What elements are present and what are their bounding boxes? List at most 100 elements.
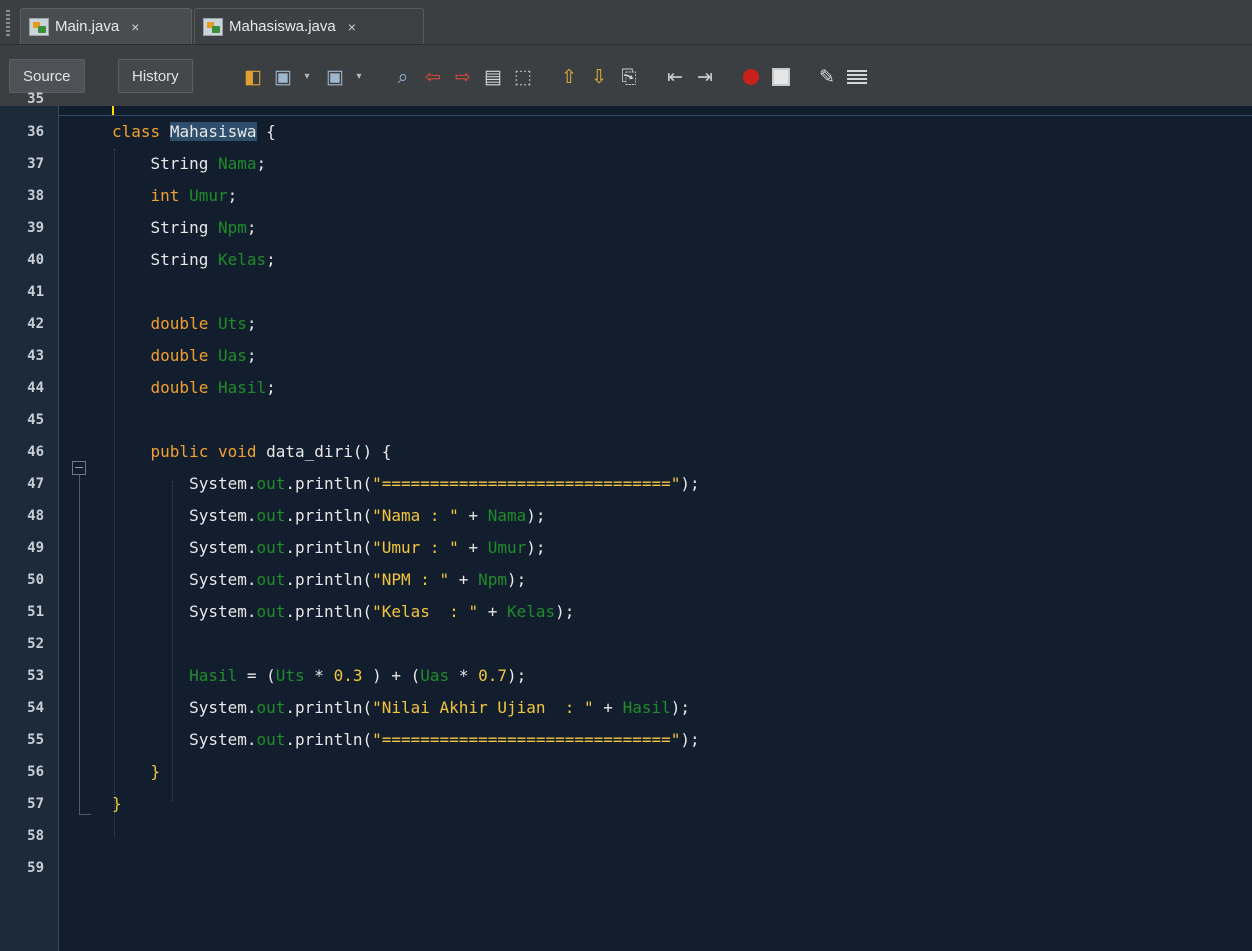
field-token: Uas (420, 666, 450, 685)
keyword: class (112, 122, 161, 141)
code-token: System. (189, 538, 257, 557)
field-token: Npm (217, 218, 247, 237)
field-token: Kelas (506, 602, 556, 621)
code-line[interactable]: System.out.println("Umur : " + Umur); (0, 531, 1252, 563)
code-token: System. (189, 602, 257, 621)
field-token: out (256, 602, 286, 621)
code-token: System. (189, 474, 257, 493)
editor-tab-bar: Main.java × Mahasiswa.java × (0, 0, 1252, 44)
line-number: 35 (27, 91, 44, 107)
type-token: String (150, 154, 209, 173)
code-line[interactable]: } (0, 755, 1252, 787)
code-token: .println( (285, 570, 373, 589)
code-line[interactable]: String Nama; (0, 147, 1252, 179)
code-line[interactable]: double Hasil; (0, 371, 1252, 403)
code-token: ; (246, 314, 257, 333)
tab-close-icon[interactable]: × (348, 19, 356, 35)
code-token: ); (506, 570, 527, 589)
code-token: { (256, 122, 276, 141)
code-token: + (593, 698, 623, 717)
code-line[interactable]: } (0, 787, 1252, 819)
type-token: String (150, 218, 209, 237)
type-token: double (150, 346, 209, 365)
type-token: double (150, 378, 209, 397)
code-line[interactable]: class Mahasiswa { (0, 115, 1252, 147)
field-token: Hasil (622, 698, 671, 717)
code-editor[interactable]: 35 36 37 38 39 40 41 42 43 44 45 46 47 4… (0, 91, 1252, 951)
line-number: 58 (27, 828, 44, 844)
code-line[interactable]: System.out.println("Nama : " + Nama); (0, 499, 1252, 531)
field-token: Nama (487, 506, 527, 525)
code-token: ); (526, 538, 546, 557)
field-token: Uas (217, 346, 247, 365)
code-token: ); (507, 666, 527, 685)
field-token: Umur (487, 538, 527, 557)
code-line[interactable]: Hasil = (Uts * 0.3 ) + (Uas * 0.7); (0, 659, 1252, 691)
java-file-icon (29, 17, 49, 36)
code-token: ; (227, 186, 238, 205)
field-token: Uts (275, 666, 305, 685)
code-token: .println( (285, 506, 373, 525)
field-token: out (256, 730, 286, 749)
tab-close-icon[interactable]: × (131, 19, 139, 35)
code-token: .println( (285, 602, 373, 621)
code-line[interactable]: String Kelas; (0, 243, 1252, 275)
string-literal: "Kelas : " (372, 602, 479, 621)
code-token: ); (526, 506, 546, 525)
code-line[interactable]: double Uas; (0, 339, 1252, 371)
code-token: + (458, 538, 488, 557)
line-number: 52 (27, 636, 44, 652)
code-token: * (304, 666, 334, 685)
string-literal: "Umur : " (372, 538, 459, 557)
code-line[interactable]: System.out.println("====================… (0, 467, 1252, 499)
line-number: 59 (27, 860, 44, 876)
line-number: 45 (27, 412, 44, 428)
field-token: Uts (217, 314, 247, 333)
tab-label: Mahasiswa.java (229, 18, 336, 35)
code-token: + (458, 506, 488, 525)
code-line[interactable]: double Uts; (0, 307, 1252, 339)
number-literal: 0.3 (333, 666, 363, 685)
code-line[interactable]: System.out.println("Nilai Akhir Ujian : … (0, 691, 1252, 723)
code-token: .println( (285, 538, 373, 557)
brace-token: } (112, 794, 122, 813)
field-token: out (256, 538, 286, 557)
code-line[interactable]: String Npm; (0, 211, 1252, 243)
type-token: int (150, 186, 180, 205)
type-token: double (150, 314, 209, 333)
field-token: Nama (217, 154, 257, 173)
code-line[interactable]: System.out.println("====================… (0, 723, 1252, 755)
string-literal: "NPM : " (372, 570, 450, 589)
tab-mahasiswa-java[interactable]: Mahasiswa.java × (194, 8, 424, 44)
tab-label: Main.java (55, 18, 120, 35)
field-token: out (256, 698, 286, 717)
string-literal: "Nama : " (372, 506, 459, 525)
field-token: Npm (478, 570, 507, 589)
code-token: ); (555, 602, 575, 621)
class-name-selected: Mahasiswa (169, 122, 257, 141)
field-token: Umur (189, 186, 228, 205)
code-token: ); (670, 698, 691, 717)
code-token: System. (189, 698, 257, 717)
code-token: .println( (285, 474, 373, 493)
keyword: public void (150, 442, 257, 461)
code-token: * (449, 666, 479, 685)
java-file-icon (203, 17, 223, 36)
code-token: .println( (285, 698, 373, 717)
code-token: ; (266, 250, 276, 269)
code-token: System. (189, 730, 257, 749)
string-literal: "==============================" (372, 730, 681, 749)
code-line[interactable]: System.out.println("Kelas : " + Kelas); (0, 595, 1252, 627)
code-token: ); (680, 474, 700, 493)
field-token: Kelas (217, 250, 267, 269)
code-token: = ( (237, 666, 276, 685)
tab-bar-grip[interactable] (6, 10, 10, 36)
string-literal: "Nilai Akhir Ujian : " (372, 698, 594, 717)
code-line[interactable]: System.out.println("NPM : " + Npm); (0, 563, 1252, 595)
tab-main-java[interactable]: Main.java × (20, 8, 192, 44)
code-token: .println( (285, 730, 373, 749)
code-token: ; (266, 378, 276, 397)
code-token: System. (189, 570, 257, 589)
code-line[interactable]: int Umur; (0, 179, 1252, 211)
code-line[interactable]: public void data_diri() { (0, 435, 1252, 467)
